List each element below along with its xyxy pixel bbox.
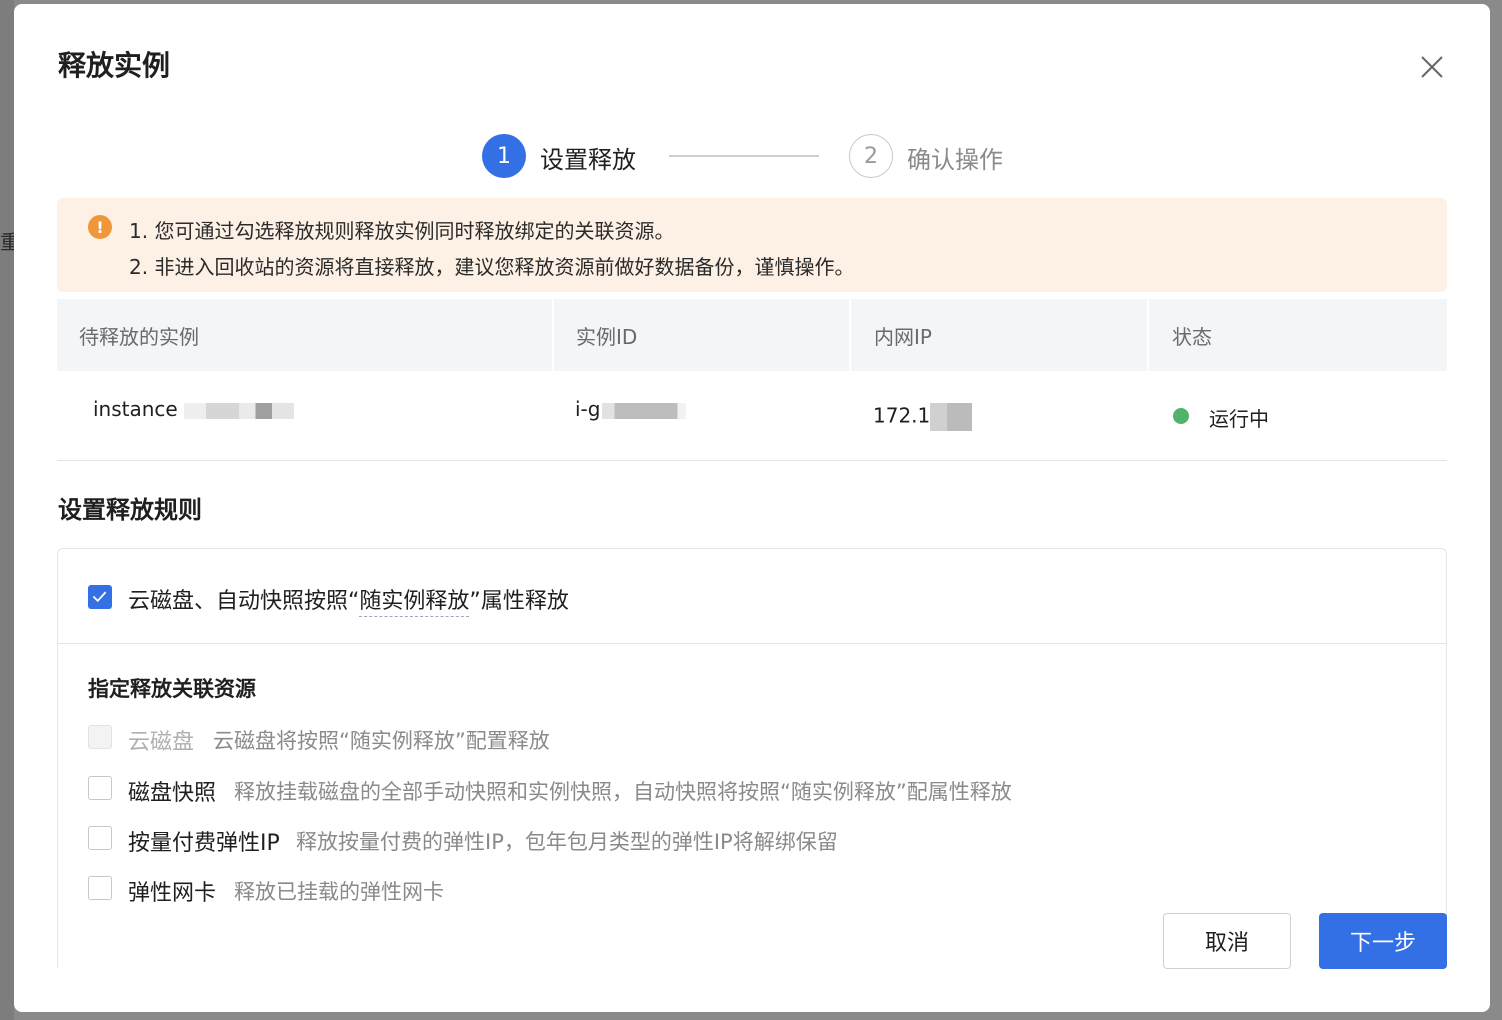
- table-bottom-divider: [57, 460, 1447, 461]
- eni-checkbox[interactable]: [88, 876, 112, 900]
- cloud-disk-checkbox: [88, 725, 112, 749]
- pay-as-you-go-eip-label[interactable]: 按量付费弹性IP: [128, 825, 280, 857]
- main-rule-checkbox[interactable]: [88, 585, 112, 609]
- disk-snapshot-description: 释放挂载磁盘的全部手动快照和实例快照，自动快照将按照“随实例释放”配属性释放: [234, 780, 1012, 804]
- alert-line-1: 1. 您可通过勾选释放规则释放实例同时释放绑定的关联资源。: [129, 219, 675, 243]
- column-divider: [1147, 299, 1149, 371]
- release-rules-card: 云磁盘、自动快照按照“随实例释放”属性释放 指定释放关联资源 云磁盘 云磁盘将按…: [57, 548, 1447, 968]
- cloud-disk-description: 云磁盘将按照“随实例释放”配置释放: [213, 729, 550, 753]
- main-rule-label: 云磁盘、自动快照按照“随实例释放”属性释放: [128, 583, 569, 617]
- column-divider: [849, 299, 851, 371]
- disk-snapshot-label[interactable]: 磁盘快照: [128, 775, 216, 807]
- column-header-status: 状态: [1172, 324, 1212, 349]
- redacted-mosaic: [602, 402, 687, 419]
- instance-name: instance: [93, 397, 178, 421]
- status-text: 运行中: [1209, 407, 1269, 431]
- instance-id-cell: i-g: [575, 397, 687, 421]
- cloud-disk-label: 云磁盘: [128, 730, 195, 755]
- column-header-instance: 待释放的实例: [79, 324, 199, 349]
- step-2-indicator: 2: [849, 134, 893, 178]
- column-header-instance-id: 实例ID: [576, 324, 638, 349]
- step-connector: [669, 155, 819, 157]
- warning-icon: !: [88, 215, 112, 239]
- checkmark-icon: [92, 591, 107, 603]
- private-ip: 172.1: [873, 403, 931, 428]
- redacted-mosaic: [183, 402, 294, 419]
- close-icon[interactable]: [1418, 53, 1446, 81]
- alert-line-2: 2. 非进入回收站的资源将直接释放，建议您释放资源前做好数据备份，谨慎操作。: [129, 255, 855, 279]
- private-ip-cell: 172.1: [873, 403, 973, 431]
- warning-alert: ! 1. 您可通过勾选释放规则释放实例同时释放绑定的关联资源。 2. 非进入回收…: [57, 198, 1447, 292]
- redacted-mosaic: [930, 403, 973, 431]
- disk-snapshot-checkbox[interactable]: [88, 776, 112, 800]
- instance-id: i-g: [575, 397, 601, 421]
- status-running-dot: [1173, 408, 1189, 424]
- card-divider: [58, 643, 1446, 644]
- step-2-label: 确认操作: [907, 146, 1003, 174]
- instance-table-header: 待释放的实例 实例ID 内网IP 状态: [57, 299, 1447, 371]
- pay-as-you-go-eip-checkbox[interactable]: [88, 826, 112, 850]
- main-rule-suffix: ”属性释放: [469, 589, 569, 614]
- associated-resources-title: 指定释放关联资源: [88, 677, 256, 701]
- cancel-button[interactable]: 取消: [1163, 913, 1291, 969]
- pay-as-you-go-eip-description: 释放按量付费的弹性IP，包年包月类型的弹性IP将解绑保留: [296, 830, 838, 854]
- step-1-label: 设置释放: [540, 146, 636, 174]
- backdrop: [0, 0, 14, 1020]
- instance-name-cell: instance: [93, 397, 294, 421]
- main-rule-prefix: 云磁盘、自动快照按照“: [128, 589, 360, 614]
- section-title-release-rules: 设置释放规则: [58, 496, 202, 524]
- release-with-instance-link[interactable]: 随实例释放: [359, 589, 470, 617]
- step-1-indicator: 1: [482, 134, 526, 178]
- next-step-button[interactable]: 下一步: [1319, 913, 1447, 969]
- column-header-private-ip: 内网IP: [874, 324, 932, 349]
- release-instance-dialog: 释放实例 1 设置释放 2 确认操作 ! 1. 您可通过勾选释放规则释放实例同时…: [14, 4, 1490, 1012]
- dialog-title: 释放实例: [58, 49, 171, 82]
- eni-label[interactable]: 弹性网卡: [128, 875, 216, 907]
- eni-description: 释放已挂载的弹性网卡: [234, 880, 444, 904]
- column-divider: [552, 299, 554, 371]
